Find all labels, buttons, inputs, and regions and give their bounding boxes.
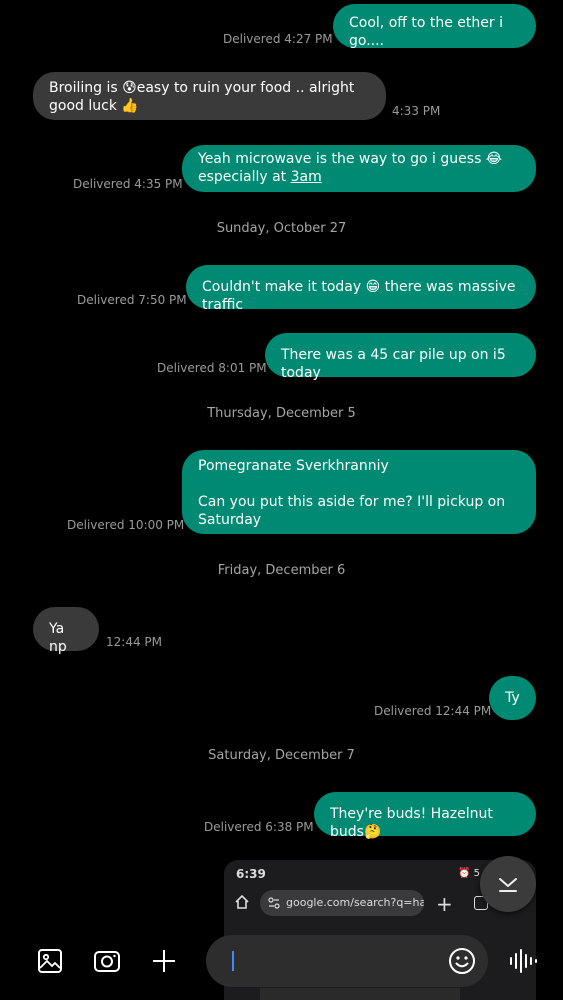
- thumbnail-clock: 6:39: [236, 867, 266, 881]
- message-status: Delivered 6:38 PM: [204, 820, 314, 834]
- message-input[interactable]: [228, 949, 428, 973]
- message-bubble-outgoing[interactable]: Pomegranate Sverkhranniy Can you put thi…: [182, 450, 536, 534]
- message-bubble-outgoing[interactable]: Cool, off to the ether i go....: [333, 4, 536, 49]
- message-bubble-incoming[interactable]: Broiling is 😰easy to ruin your food .. a…: [33, 72, 386, 120]
- message-text: They're buds! Hazelnut buds🤔: [330, 806, 493, 840]
- message-bubble-outgoing[interactable]: Couldn't make it today 😁 there was massi…: [186, 265, 536, 313]
- message-text-part: especially at: [198, 169, 291, 185]
- message-time: 12:44 PM: [106, 635, 162, 649]
- voice-waveform-icon[interactable]: [508, 946, 538, 976]
- message-time: 4:33 PM: [392, 104, 441, 118]
- message-text: Ty: [505, 690, 520, 706]
- time-link[interactable]: 3am: [291, 169, 322, 185]
- message-status: Delivered 10:00 PM: [67, 518, 185, 532]
- message-text: Ya np: [49, 621, 67, 655]
- thumbnail-url-bar: google.com/search?q=hazeln: [260, 890, 424, 916]
- thumbnail-content: [260, 988, 460, 1000]
- gallery-button[interactable]: [35, 946, 65, 976]
- message-bubble-outgoing[interactable]: There was a 45 car pile up on i5 today: [265, 333, 536, 381]
- message-status: Delivered 4:35 PM: [73, 177, 183, 191]
- message-text: Can you put this aside for me? I'll pick…: [198, 494, 506, 528]
- thumbnail-url-text: google.com/search?q=hazeln: [286, 896, 424, 909]
- date-separator: Sunday, October 27: [216, 221, 347, 236]
- message-bubble-outgoing[interactable]: Ty: [489, 676, 536, 720]
- message-status: Delivered 7:50 PM: [77, 293, 187, 307]
- chevron-down-icon: [499, 878, 517, 892]
- message-text: Couldn't make it today 😁 there was massi…: [202, 279, 516, 313]
- date-separator: Friday, December 6: [217, 563, 346, 578]
- camera-icon: [94, 951, 120, 972]
- image-icon: [38, 949, 62, 973]
- site-settings-icon: [268, 897, 280, 909]
- add-attachment-button[interactable]: [149, 946, 179, 976]
- message-composer[interactable]: [206, 935, 488, 987]
- message-text: There was a 45 car pile up on i5 today: [281, 347, 506, 381]
- plus-icon: [153, 950, 175, 972]
- emoji-icon[interactable]: [448, 947, 476, 975]
- message-bubble-outgoing[interactable]: Yeah microwave is the way to go i guess …: [182, 145, 536, 192]
- home-icon: [235, 894, 249, 909]
- scroll-to-bottom-button[interactable]: [480, 856, 536, 912]
- message-text: Broiling is 😰easy to ruin your food .. a…: [49, 80, 355, 114]
- new-tab-icon: +: [436, 892, 453, 916]
- camera-button[interactable]: [92, 946, 122, 976]
- date-separator: Thursday, December 5: [207, 406, 356, 421]
- message-bubble-incoming[interactable]: Ya np: [33, 607, 99, 655]
- date-separator: Saturday, December 7: [208, 748, 355, 763]
- text-caret: [232, 951, 234, 971]
- thumbnail-status: ⏰ 5: [458, 868, 480, 879]
- message-status: Delivered 8:01 PM: [157, 361, 267, 375]
- message-text: Yeah microwave is the way to go i guess …: [198, 151, 503, 167]
- message-text-line: especially at 3am: [198, 168, 520, 186]
- message-status: Delivered 4:27 PM: [223, 32, 333, 46]
- message-bubble-outgoing[interactable]: They're buds! Hazelnut buds🤔: [314, 792, 536, 840]
- message-text: Cool, off to the ether i go....: [349, 15, 503, 49]
- message-text: Pomegranate Sverkhranniy: [198, 458, 389, 474]
- message-status: Delivered 12:44 PM: [374, 704, 492, 718]
